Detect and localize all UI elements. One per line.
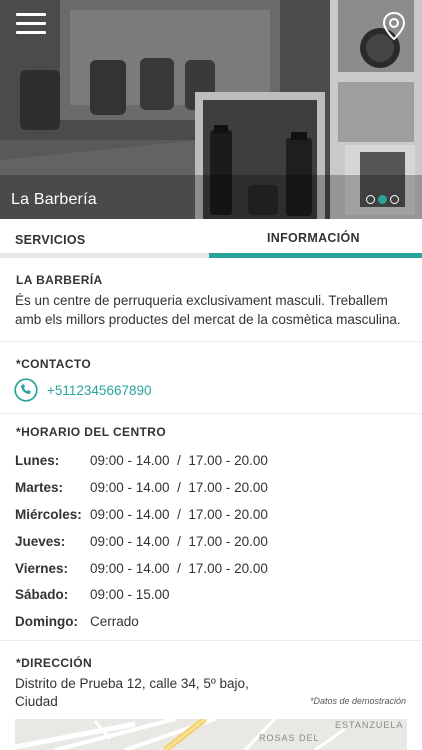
map-label: ROSAS DEL: [259, 733, 320, 743]
divider: [0, 413, 422, 414]
schedule-day: Miércoles:: [15, 507, 82, 522]
tab-servicios-label: SERVICIOS: [15, 233, 86, 247]
schedule-day: Martes:: [15, 480, 64, 495]
tab-informacion-underline: [209, 253, 422, 258]
contact-title: *CONTACTO: [16, 357, 92, 371]
map-label: ESTANZUELA: [335, 720, 404, 730]
address-line: Ciudad: [15, 694, 58, 709]
schedule-hours: 09:00 - 14.00 / 17.00 - 20.00: [90, 561, 268, 576]
carousel-dot-active[interactable]: [378, 195, 387, 204]
schedule-hours: Cerrado: [90, 614, 139, 629]
barber-shop-photo: [0, 0, 422, 219]
hero-carousel[interactable]: La Barbería: [0, 0, 422, 219]
hero-title: La Barbería: [11, 191, 97, 208]
phone-number-link[interactable]: +5112345667890: [47, 383, 152, 398]
address-line: Distrito de Prueba 12, calle 34, 5º bajo…: [15, 676, 249, 691]
tab-informacion-label: INFORMACIÓN: [267, 231, 360, 245]
schedule-hours: 09:00 - 14.00 / 17.00 - 20.00: [90, 453, 268, 468]
carousel-dot[interactable]: [390, 195, 399, 204]
schedule-day: Lunes:: [15, 453, 60, 468]
about-line: És un centre de perruqueria exclusivamen…: [15, 293, 388, 308]
tab-servicios-underline: [0, 253, 209, 258]
location-map[interactable]: ESTANZUELA ROSAS DEL: [15, 719, 407, 750]
map-pin-icon[interactable]: [381, 11, 407, 41]
divider: [0, 640, 422, 641]
about-line: amb els millors productes del mercat de …: [15, 312, 401, 327]
schedule-hours: 09:00 - 14.00 / 17.00 - 20.00: [90, 507, 268, 522]
carousel-dot[interactable]: [366, 195, 375, 204]
about-title: LA BARBERÍA: [16, 273, 103, 287]
demo-data-note: *Datos de demostración: [309, 696, 406, 706]
hamburger-menu-icon[interactable]: [16, 13, 46, 35]
schedule-hours: 09:00 - 14.00 / 17.00 - 20.00: [90, 480, 268, 495]
schedule-hours: 09:00 - 15.00: [90, 587, 170, 602]
tab-informacion[interactable]: INFORMACIÓN: [209, 219, 422, 258]
schedule-day: Jueves:: [15, 534, 66, 549]
schedule-hours: 09:00 - 14.00 / 17.00 - 20.00: [90, 534, 268, 549]
tab-bar: SERVICIOS INFORMACIÓN: [0, 219, 422, 258]
tab-servicios[interactable]: SERVICIOS: [0, 219, 209, 258]
phone-icon[interactable]: [14, 378, 38, 402]
schedule-day: Viernes:: [15, 561, 69, 576]
schedule-day: Sábado:: [15, 587, 69, 602]
address-text: Distrito de Prueba 12, calle 34, 5º bajo…: [15, 675, 285, 711]
carousel-indicator[interactable]: [366, 195, 399, 204]
about-description: És un centre de perruqueria exclusivamen…: [15, 291, 422, 329]
divider: [0, 341, 422, 342]
schedule-day: Domingo:: [15, 614, 78, 629]
address-title: *DIRECCIÓN: [16, 656, 93, 670]
schedule-title: *HORARIO DEL CENTRO: [16, 425, 167, 439]
